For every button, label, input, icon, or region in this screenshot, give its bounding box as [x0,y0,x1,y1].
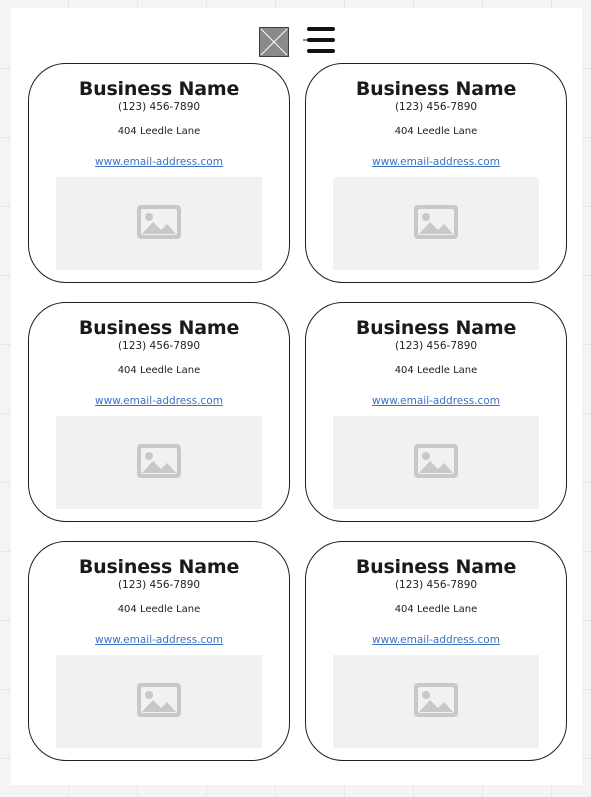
email-link[interactable]: www.email-address.com [29,634,289,647]
email-link[interactable]: www.email-address.com [306,634,566,647]
street-address: 404 Leedle Lane [117,365,201,376]
phone-number: (123) 456-7890 [394,579,478,591]
image-placeholder [56,655,262,748]
business-card[interactable]: Business Name (123) 456-7890 404 Leedle … [28,302,290,522]
image-placeholder [333,655,539,748]
image-placeholder-icon [414,683,458,717]
business-card[interactable]: Business Name (123) 456-7890 404 Leedle … [28,541,290,761]
image-placeholder-icon [414,205,458,239]
image-placeholder [333,416,539,509]
business-card[interactable]: Business Name (123) 456-7890 404 Leedle … [305,541,567,761]
business-name: Business Name [78,78,240,100]
email-link[interactable]: www.email-address.com [306,156,566,169]
phone-number: (123) 456-7890 [117,579,201,591]
image-placeholder-icon [137,444,181,478]
business-card[interactable]: Business Name (123) 456-7890 404 Leedle … [305,302,567,522]
business-card[interactable]: Business Name (123) 456-7890 404 Leedle … [28,63,290,283]
street-address: 404 Leedle Lane [394,126,478,137]
business-card[interactable]: Business Name (123) 456-7890 404 Leedle … [305,63,567,283]
phone-number: (123) 456-7890 [394,101,478,113]
business-name: Business Name [78,317,240,339]
image-placeholder [56,177,262,270]
image-placeholder-icon [137,683,181,717]
business-name: Business Name [355,78,517,100]
phone-number: (123) 456-7890 [117,340,201,352]
street-address: 404 Leedle Lane [117,604,201,615]
street-address: 404 Leedle Lane [394,365,478,376]
hamburger-menu-icon[interactable] [303,26,337,56]
business-name: Business Name [78,556,240,578]
street-address: 404 Leedle Lane [394,604,478,615]
email-link[interactable]: www.email-address.com [29,156,289,169]
email-link[interactable]: www.email-address.com [29,395,289,408]
phone-number: (123) 456-7890 [394,340,478,352]
image-placeholder-icon [137,205,181,239]
image-placeholder-icon [414,444,458,478]
business-name: Business Name [355,317,517,339]
business-name: Business Name [355,556,517,578]
email-link[interactable]: www.email-address.com [306,395,566,408]
image-placeholder [333,177,539,270]
phone-number: (123) 456-7890 [117,101,201,113]
street-address: 404 Leedle Lane [117,126,201,137]
image-placeholder [56,416,262,509]
x-box-icon[interactable] [259,27,289,57]
